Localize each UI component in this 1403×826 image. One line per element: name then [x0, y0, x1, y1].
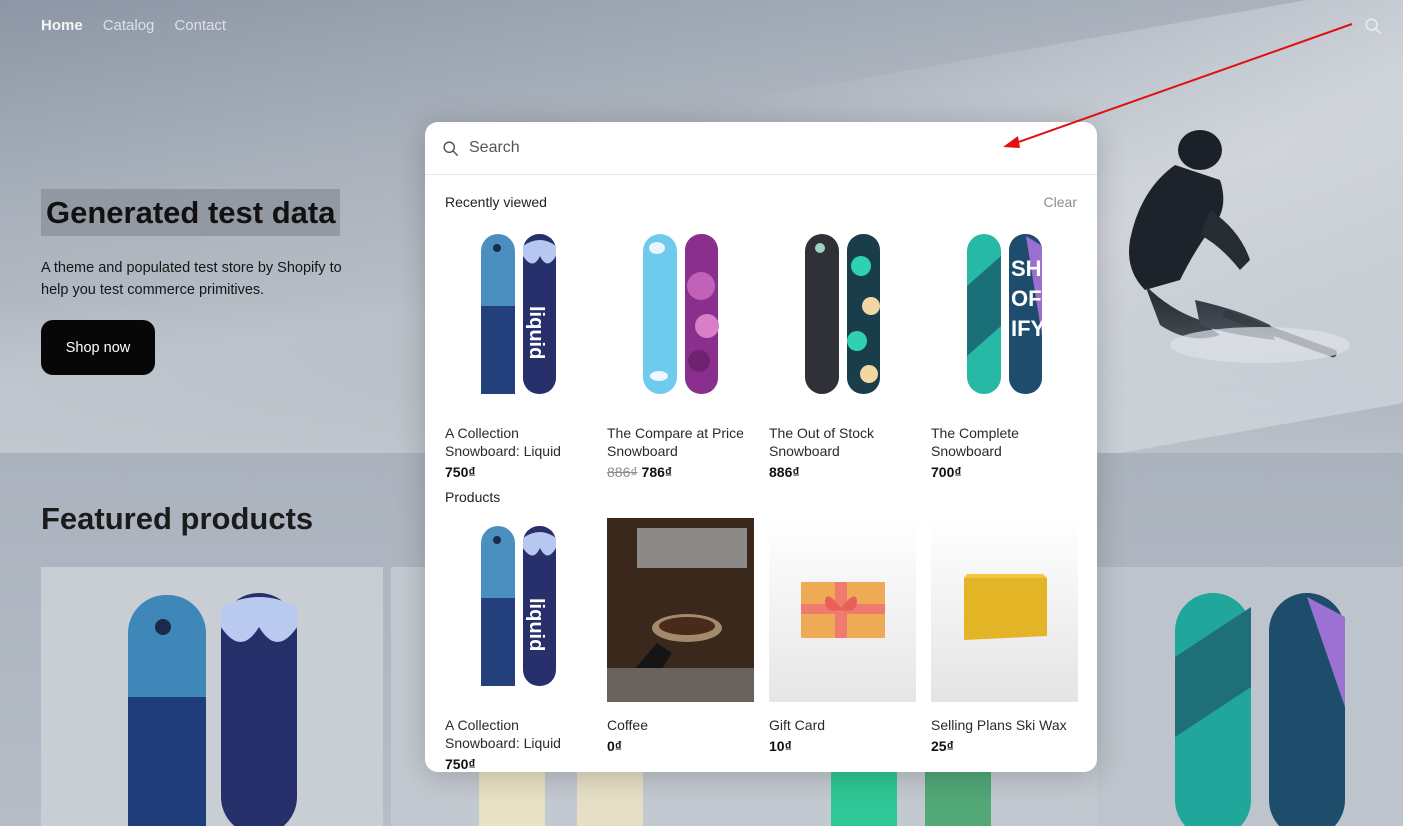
main-nav: Home Catalog Contact — [41, 17, 226, 34]
product-name: The Compare at Price Snowboard — [607, 425, 744, 459]
search-bar — [425, 122, 1097, 175]
product-image — [607, 518, 754, 702]
product-name: Coffee — [607, 717, 648, 733]
product-name: A Collection Snowboard: Liquid — [445, 425, 561, 459]
product-name: Gift Card — [769, 717, 826, 733]
hero-description: A theme and populated test store by Shop… — [41, 260, 342, 298]
list-item[interactable]: liquid A Collection Snowboard: Liquid 75… — [445, 518, 592, 772]
list-item[interactable]: Coffee 0₫ — [607, 518, 754, 772]
product-price: 750₫ — [445, 464, 476, 480]
featured-card-3[interactable] — [1097, 567, 1403, 826]
list-item[interactable]: Selling Plans Ski Wax 25₫ — [931, 518, 1078, 772]
featured-title: Featured products — [41, 501, 314, 536]
svg-text:OF: OF — [1011, 286, 1042, 311]
list-item[interactable]: The Out of Stock Snowboard 886₫ — [769, 226, 916, 480]
list-item[interactable]: SH OF IFY The Complete Snowboard 700₫ — [931, 226, 1078, 480]
featured-snowboard-image-1 — [128, 593, 297, 826]
product-name: The Complete Snowboard — [931, 425, 1019, 459]
product-image — [769, 518, 916, 702]
recently-viewed-heading: Recently viewed — [445, 194, 547, 210]
product-name: A Collection Snowboard: Liquid — [445, 717, 561, 751]
product-price: 25₫ — [931, 738, 954, 754]
clear-button[interactable]: Clear — [1044, 194, 1077, 210]
product-image — [607, 226, 754, 410]
recently-viewed-grid: liquid A Collection Snowboard: Liquid 75… — [445, 226, 1078, 480]
product-image — [769, 226, 916, 410]
search-popup: Recently viewed Clear liquid A Collectio… — [425, 122, 1097, 772]
nav-catalog[interactable]: Catalog — [103, 17, 155, 34]
svg-text:liquid: liquid — [525, 306, 547, 359]
product-image: liquid — [445, 518, 592, 702]
list-item[interactable]: The Compare at Price Snowboard 886₫ 786₫ — [607, 226, 754, 480]
product-image: liquid — [445, 226, 592, 410]
search-icon — [443, 140, 459, 156]
product-image: SH OF IFY — [931, 226, 1078, 410]
list-item[interactable]: Gift Card 10₫ — [769, 518, 916, 772]
search-input[interactable] — [469, 139, 1029, 157]
shop-now-button[interactable]: Shop now — [41, 320, 155, 375]
svg-text:IFY: IFY — [1011, 316, 1046, 341]
nav-contact[interactable]: Contact — [174, 17, 226, 34]
product-price: 886₫ — [769, 464, 800, 480]
products-grid: liquid A Collection Snowboard: Liquid 75… — [445, 518, 1078, 772]
list-item[interactable]: liquid A Collection Snowboard: Liquid 75… — [445, 226, 592, 480]
hero-title: Generated test data — [41, 189, 341, 236]
product-name: The Out of Stock Snowboard — [769, 425, 875, 459]
product-price: 886₫ 786₫ — [607, 464, 673, 480]
product-price: 0₫ — [607, 738, 622, 754]
products-heading: Products — [445, 489, 501, 505]
svg-text:SH: SH — [1011, 256, 1042, 281]
product-price: 750₫ — [445, 756, 476, 772]
snowboarder-image — [1129, 130, 1350, 363]
svg-text:liquid: liquid — [525, 598, 547, 651]
featured-snowboard-image-3 — [1175, 593, 1345, 826]
nav-home[interactable]: Home — [41, 17, 83, 34]
product-price: 700₫ — [931, 464, 962, 480]
product-name: Selling Plans Ski Wax — [931, 717, 1067, 733]
product-price: 10₫ — [769, 738, 792, 754]
search-icon[interactable] — [1364, 17, 1382, 35]
product-image — [931, 518, 1078, 702]
compare-price: 886₫ — [607, 464, 638, 480]
featured-card-1[interactable] — [41, 567, 383, 826]
